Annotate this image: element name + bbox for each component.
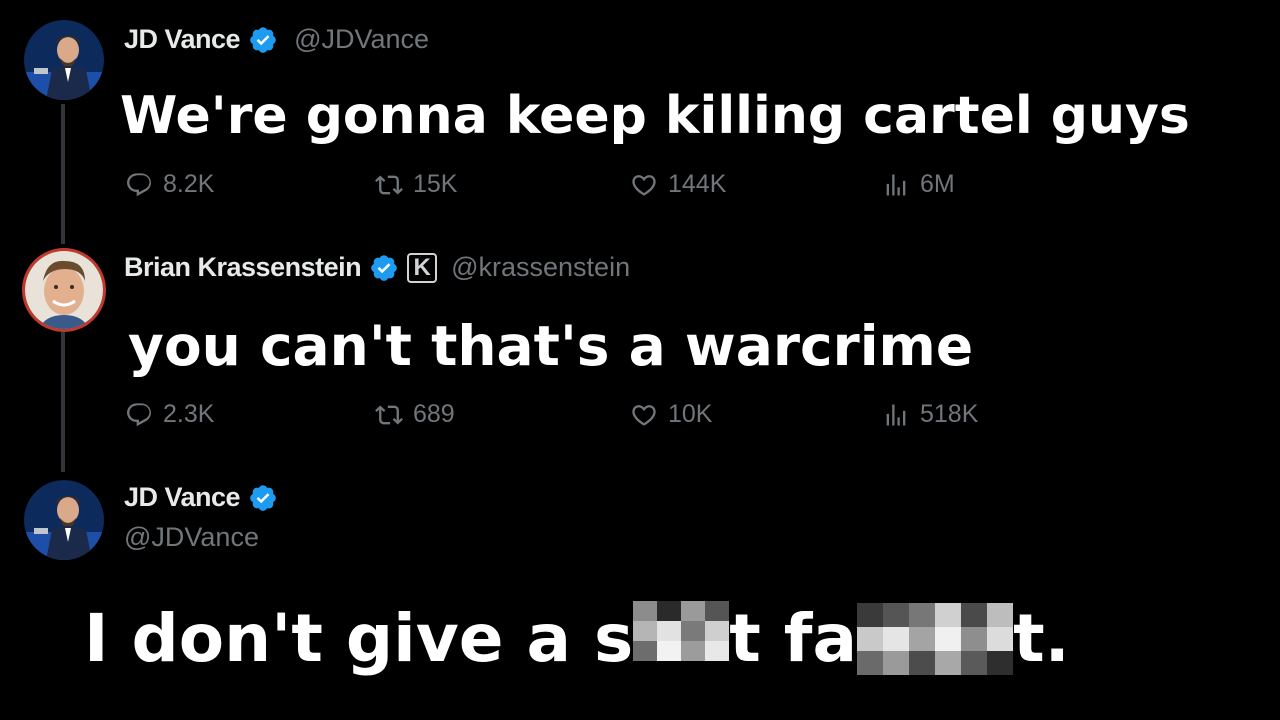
avatar-brian-krassenstein[interactable] bbox=[22, 248, 106, 332]
tweet-2-actions: 2.3K 689 10K 518K bbox=[125, 400, 1025, 434]
tweet-3-text-part-1: I don't give a s bbox=[84, 600, 634, 677]
tweet-1-actions: 8.2K 15K 144K 6M bbox=[125, 170, 1025, 204]
retweet-icon bbox=[375, 175, 403, 194]
reply-icon bbox=[127, 402, 151, 426]
tweet-3-header: JD Vance bbox=[124, 482, 278, 513]
avatar-jd-vance[interactable] bbox=[24, 480, 104, 560]
thread-line-1 bbox=[61, 104, 65, 244]
avatar-image bbox=[24, 20, 104, 100]
display-name[interactable]: JD Vance bbox=[124, 24, 241, 55]
affiliate-badge-icon: K bbox=[407, 252, 438, 283]
retweet-icon bbox=[375, 405, 403, 424]
reply-button[interactable]: 2.3K bbox=[125, 400, 214, 429]
user-handle[interactable]: @JDVance bbox=[294, 24, 429, 55]
censor-block bbox=[633, 601, 730, 661]
tweet-2-header: Brian Krassenstein K @krassenstein bbox=[124, 252, 630, 283]
like-icon bbox=[632, 404, 656, 426]
like-count: 144K bbox=[668, 170, 727, 198]
views-icon bbox=[886, 174, 906, 195]
views-button[interactable]: 518K bbox=[882, 400, 978, 429]
thread-line-2 bbox=[61, 332, 65, 472]
tweet-1-text: We're gonna keep killing cartel guys bbox=[120, 86, 1190, 146]
tweet-2-text: you can't that's a warcrime bbox=[128, 314, 974, 378]
verified-icon bbox=[250, 484, 276, 511]
verified-icon bbox=[371, 254, 397, 281]
display-name[interactable]: Brian Krassenstein bbox=[124, 252, 362, 283]
avatar-image bbox=[24, 480, 104, 560]
tweet-3-text: I don't give a s t fa t. bbox=[84, 600, 1070, 677]
like-count: 10K bbox=[668, 400, 713, 428]
user-handle[interactable]: @krassenstein bbox=[451, 252, 630, 283]
reply-count: 2.3K bbox=[163, 400, 215, 428]
tweet-3-text-part-3: t. bbox=[1013, 600, 1070, 677]
reply-button[interactable]: 8.2K bbox=[125, 170, 214, 199]
avatar-jd-vance[interactable] bbox=[24, 20, 104, 100]
reply-count: 8.2K bbox=[163, 170, 215, 198]
retweet-button[interactable]: 689 bbox=[375, 400, 455, 429]
views-icon bbox=[886, 404, 906, 425]
views-button[interactable]: 6M bbox=[882, 170, 955, 199]
like-button[interactable]: 144K bbox=[630, 170, 726, 199]
views-count: 518K bbox=[920, 400, 979, 428]
avatar-image bbox=[25, 251, 103, 329]
display-name[interactable]: JD Vance bbox=[124, 482, 241, 513]
like-button[interactable]: 10K bbox=[630, 400, 712, 429]
retweet-count: 15K bbox=[413, 170, 458, 198]
user-handle[interactable]: @JDVance bbox=[124, 522, 259, 553]
tweet-1-header: JD Vance @JDVance bbox=[124, 24, 429, 55]
reply-icon bbox=[127, 172, 151, 196]
views-count: 6M bbox=[920, 170, 955, 198]
censor-block bbox=[857, 603, 1014, 675]
retweet-count: 689 bbox=[413, 400, 455, 428]
tweet-3-text-part-2: t fa bbox=[729, 600, 858, 677]
verified-icon bbox=[250, 26, 276, 53]
like-icon bbox=[632, 174, 656, 196]
retweet-button[interactable]: 15K bbox=[375, 170, 457, 199]
